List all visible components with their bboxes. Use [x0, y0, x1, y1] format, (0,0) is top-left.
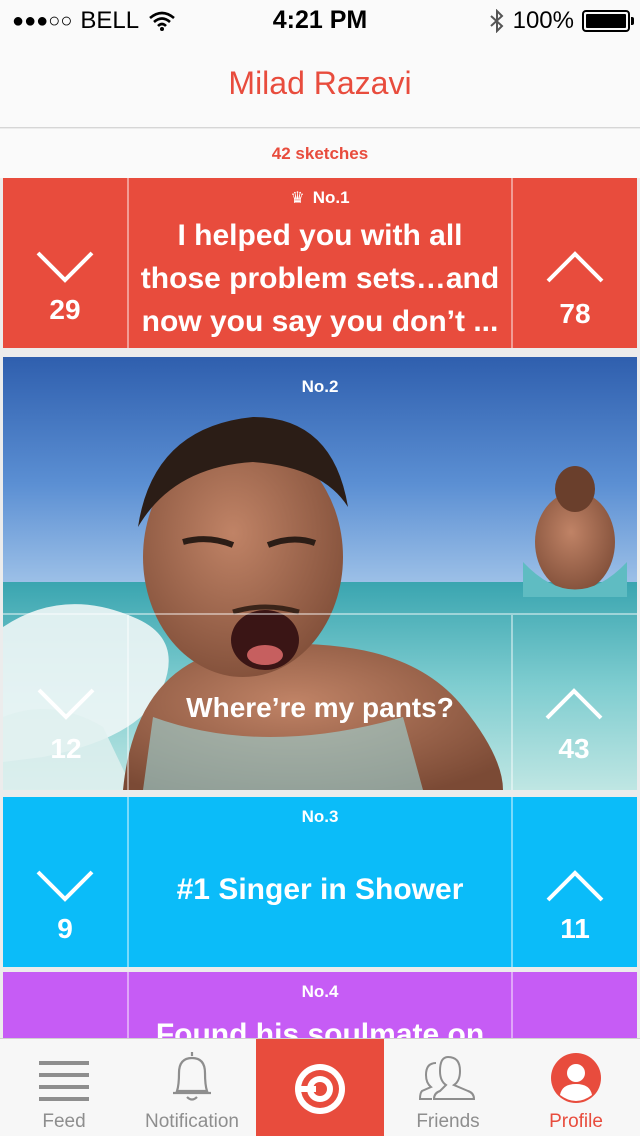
camera-logo-icon	[295, 1064, 345, 1114]
rank-label: No.1	[312, 188, 350, 207]
upvote-button[interactable]: 11	[513, 869, 637, 945]
upvote-area	[511, 972, 637, 1038]
downvote-button[interactable]: 29	[3, 250, 127, 326]
status-right: 100%	[489, 7, 634, 35]
tab-profile[interactable]: Profile	[512, 1039, 640, 1136]
friends-icon	[418, 1055, 476, 1100]
tab-label: Friends	[416, 1111, 480, 1132]
tab-label: Profile	[549, 1111, 603, 1132]
sketch-count: 42 sketches	[271, 143, 369, 163]
upvote-area: 11	[511, 797, 637, 967]
sketch-rank: No.2	[301, 377, 339, 396]
card-divider	[3, 613, 637, 615]
crown-icon: ♛	[290, 190, 305, 207]
sketch-card-1[interactable]: 29 ♛ No.1 I helped you with all those pro…	[3, 178, 637, 348]
downvote-count: 9	[57, 913, 73, 944]
downvote-area: 9	[3, 797, 129, 967]
chevron-down-icon	[37, 688, 95, 720]
upvote-count: 43	[558, 733, 590, 764]
sketch-content: No.3 #1 Singer in Shower	[131, 797, 509, 967]
bluetooth-icon	[489, 9, 504, 33]
chevron-up-icon	[545, 688, 603, 720]
upvote-button[interactable]: 78	[513, 250, 637, 330]
sketch-caption: Found his soulmate on	[155, 1018, 485, 1038]
tab-notification[interactable]: Notification	[128, 1039, 256, 1136]
downvote-count: 12	[50, 733, 82, 764]
upvote-area: 78	[511, 178, 637, 348]
chevron-down-icon	[36, 251, 94, 283]
status-bar: ●●●○○ BELL 4:21 PM 100%	[0, 0, 640, 40]
downvote-button[interactable]: 9	[3, 869, 127, 945]
battery-icon	[582, 10, 634, 32]
upvote-count: 11	[560, 913, 590, 944]
sketch-content: ♛ No.1 I helped you with all those proble…	[131, 178, 509, 348]
feed-icon	[39, 1061, 89, 1101]
chevron-down-icon	[36, 870, 94, 902]
tab-friends[interactable]: Friends	[384, 1039, 512, 1136]
downvote-area	[3, 972, 129, 1038]
downvote-button[interactable]: 12	[3, 687, 129, 765]
sketch-card-3[interactable]: 9 No.3 #1 Singer in Shower 11	[3, 797, 637, 967]
downvote-count: 29	[49, 294, 81, 325]
chevron-up-icon	[546, 870, 604, 902]
upvote-count: 78	[559, 298, 591, 329]
sketch-card-4[interactable]: No.4 Found his soulmate on	[3, 972, 637, 1038]
sketch-rank: ♛ No.1	[131, 188, 509, 208]
battery-percent: 100%	[512, 7, 574, 34]
sketch-rank: No.4	[301, 982, 339, 1001]
upvote-button[interactable]: 43	[511, 687, 637, 765]
sketch-caption: I helped you with all those problem sets…	[140, 219, 500, 338]
tab-label: Notification	[145, 1111, 239, 1132]
nav-bar: Milad Razavi	[0, 40, 640, 128]
page-title: Milad Razavi	[228, 65, 412, 101]
sketch-rank: No.3	[301, 807, 339, 826]
profile-icon	[551, 1053, 601, 1103]
sketch-content: No.4 Found his soulmate on	[131, 972, 509, 1038]
bell-icon	[173, 1052, 211, 1101]
tab-feed[interactable]: Feed	[0, 1039, 128, 1136]
chevron-up-icon	[546, 251, 604, 283]
sketch-count-bar: 42 sketches	[0, 129, 640, 178]
sketch-caption: #1 Singer in Shower	[176, 873, 464, 906]
sketch-card-2[interactable]: No.2 Where’re my pants? 12 43	[3, 357, 637, 790]
tab-camera[interactable]	[256, 1039, 384, 1136]
tab-label: Feed	[42, 1111, 86, 1132]
tab-bar: Feed Notification Friends Profile	[0, 1038, 640, 1136]
downvote-area: 29	[3, 178, 129, 348]
